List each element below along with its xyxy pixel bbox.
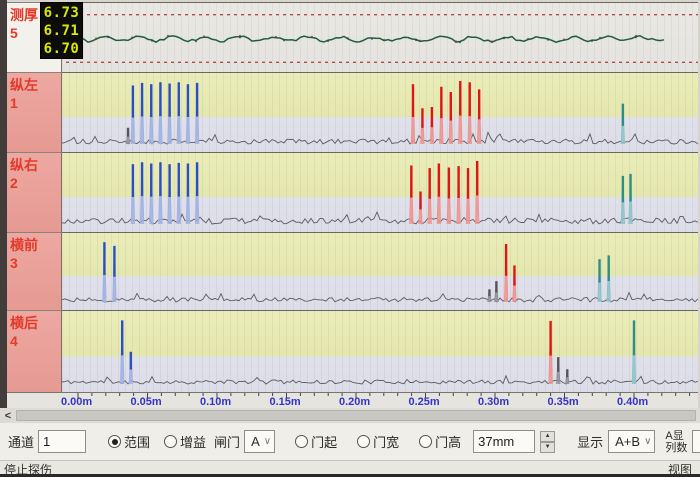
spinner-up-icon[interactable]: ▲ (540, 431, 555, 442)
axis-tick-label: 0.20m (339, 396, 370, 408)
axis-tick-label: 0.30m (478, 396, 509, 408)
channel-row-2: 纵右 2 (7, 152, 698, 232)
spinner-down-icon[interactable]: ▼ (540, 442, 555, 453)
radio-gate-start-label: 门起 (311, 432, 337, 451)
radio-gate-start[interactable]: 门起 (295, 432, 337, 451)
gate-select[interactable]: A ∨ (244, 430, 275, 453)
axis-tick-label: 0.15m (270, 396, 301, 408)
axis-tick-label: 0.35m (548, 396, 579, 408)
x-axis-ticks: 0.00m 0.05m 0.10m 0.15m 0.20m 0.25m 0.30m 0.35m… (62, 393, 698, 409)
toolbar: 通道 范围 增益 闸门 A ∨ 门起 门宽 门高 ▲ ▼ (0, 423, 700, 460)
a-scan-cols-select[interactable]: 8 ∨ (692, 430, 700, 453)
radio-gate-height-label: 门高 (435, 432, 461, 451)
channel-4-waveform (62, 310, 698, 392)
screen-left-edge (0, 0, 7, 461)
status-bar: 停止探伤 视图 (0, 460, 700, 474)
channel-number: 1 (10, 94, 61, 112)
chevron-down-icon: ∨ (264, 436, 271, 447)
horizontal-scrollbar[interactable]: < (0, 408, 700, 423)
flaw-detector-screen: 测厚 5 纵左 1 纵右 2 横前 3 横后 4 6.73 (0, 0, 700, 477)
channel-name: 纵左 (10, 76, 61, 94)
display-select-value: A+B (615, 434, 640, 449)
radio-gain-icon[interactable] (164, 435, 177, 448)
channel-2-waveform (62, 152, 698, 232)
thickness-upper-value: 6.73 (44, 4, 80, 22)
channel-row-1: 纵左 1 (7, 72, 698, 152)
value-spinner[interactable]: ▲ ▼ (540, 431, 555, 453)
radio-gate-width-label: 门宽 (373, 432, 399, 451)
radio-range-label: 范围 (124, 432, 150, 451)
display-select[interactable]: A+B ∨ (608, 430, 655, 453)
radio-gate-height-icon[interactable] (419, 435, 432, 448)
channel-name: 横前 (10, 236, 61, 254)
channel-label-long-right: 纵右 2 (7, 152, 62, 232)
display-select-label: 显示 (577, 432, 603, 451)
channel-3-waveform (62, 232, 698, 310)
radio-gate-width-icon[interactable] (357, 435, 370, 448)
scrollbar-track[interactable] (16, 410, 696, 421)
radio-gate-start-icon[interactable] (295, 435, 308, 448)
channel-name: 纵右 (10, 156, 61, 174)
chevron-down-icon: ∨ (644, 436, 651, 447)
gate-select-value: A (251, 434, 260, 449)
channel-row-4: 横后 4 (7, 310, 698, 392)
thickness-lower-value: 6.70 (44, 40, 80, 58)
channel-label-trans-front: 横前 3 (7, 232, 62, 310)
radio-gate-height[interactable]: 门高 (419, 432, 461, 451)
gate-select-label: 闸门 (214, 432, 240, 451)
axis-tick-label: 0.05m (131, 396, 162, 408)
a-scan-cols-label: A显 列数 (665, 430, 687, 454)
x-axis: 0.00m 0.05m 0.10m 0.15m 0.20m 0.25m 0.30m 0.35m… (7, 392, 698, 408)
channel-label-trans-rear: 横后 4 (7, 310, 62, 392)
scroll-left-arrow-icon[interactable]: < (0, 410, 16, 422)
thickness-waveform (62, 2, 698, 72)
channel-label-long-left: 纵左 1 (7, 72, 62, 152)
channel-number: 4 (10, 332, 61, 350)
radio-range[interactable]: 范围 (108, 432, 150, 451)
axis-tick-label: 0.25m (409, 396, 440, 408)
channel-number: 3 (10, 254, 61, 272)
thickness-current-value: 6.71 (44, 22, 80, 40)
radio-gain[interactable]: 增益 (164, 432, 206, 451)
channel-input[interactable] (38, 430, 86, 453)
channel-row-thickness: 测厚 5 (7, 2, 698, 72)
gate-height-input[interactable] (473, 430, 535, 453)
channel-row-3: 横前 3 (7, 232, 698, 310)
channel-name: 横后 (10, 314, 61, 332)
radio-gain-label: 增益 (180, 432, 206, 451)
thickness-readout: 6.73 6.71 6.70 (40, 2, 83, 59)
axis-tick-label: 0.00m (61, 396, 92, 408)
radio-gate-width[interactable]: 门宽 (357, 432, 399, 451)
channel-input-label: 通道 (8, 432, 34, 451)
radio-range-icon[interactable] (108, 435, 121, 448)
channel-number: 2 (10, 174, 61, 192)
axis-tick-label: 0.40m (617, 396, 648, 408)
channel-1-waveform (62, 72, 698, 152)
axis-tick-label: 0.10m (200, 396, 231, 408)
